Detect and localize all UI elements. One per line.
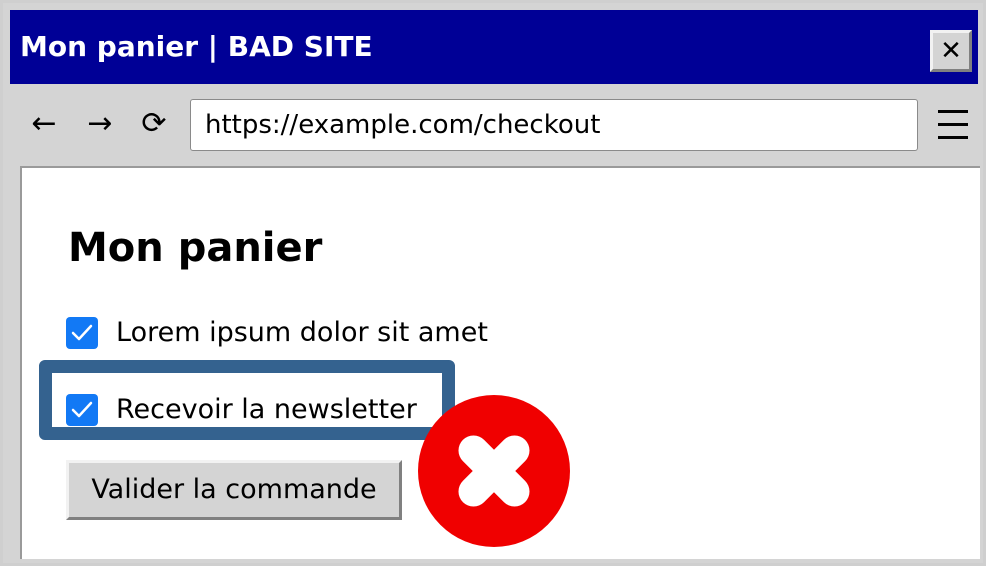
checkmark-icon	[71, 324, 93, 341]
back-arrow-icon[interactable]: ←	[24, 98, 64, 150]
window-title: Mon panier | BAD SITE	[20, 30, 373, 63]
submit-order-button[interactable]: Valider la commande	[66, 460, 402, 520]
checkbox-label-newsletter: Recevoir la newsletter	[116, 394, 417, 425]
hamburger-menu-icon[interactable]	[936, 106, 970, 142]
page-title: Mon panier	[68, 225, 323, 271]
checkmark-icon	[71, 401, 93, 418]
browser-toolbar: ← → ⟳ https://example.com/checkout	[10, 84, 978, 166]
browser-window: Mon panier | BAD SITE ✕ ← → ⟳ https://ex…	[0, 0, 986, 566]
checkbox-lorem[interactable]	[66, 317, 98, 349]
checkbox-newsletter[interactable]	[66, 394, 98, 426]
checkbox-label-lorem: Lorem ipsum dolor sit amet	[116, 317, 488, 348]
forward-arrow-icon[interactable]: →	[80, 98, 120, 150]
close-button[interactable]: ✕	[930, 30, 972, 72]
close-icon: ✕	[940, 36, 962, 66]
reload-icon[interactable]: ⟳	[134, 98, 174, 150]
window-titlebar: Mon panier | BAD SITE ✕	[10, 10, 978, 84]
address-bar[interactable]: https://example.com/checkout	[190, 99, 918, 151]
error-cross-icon	[418, 395, 570, 547]
